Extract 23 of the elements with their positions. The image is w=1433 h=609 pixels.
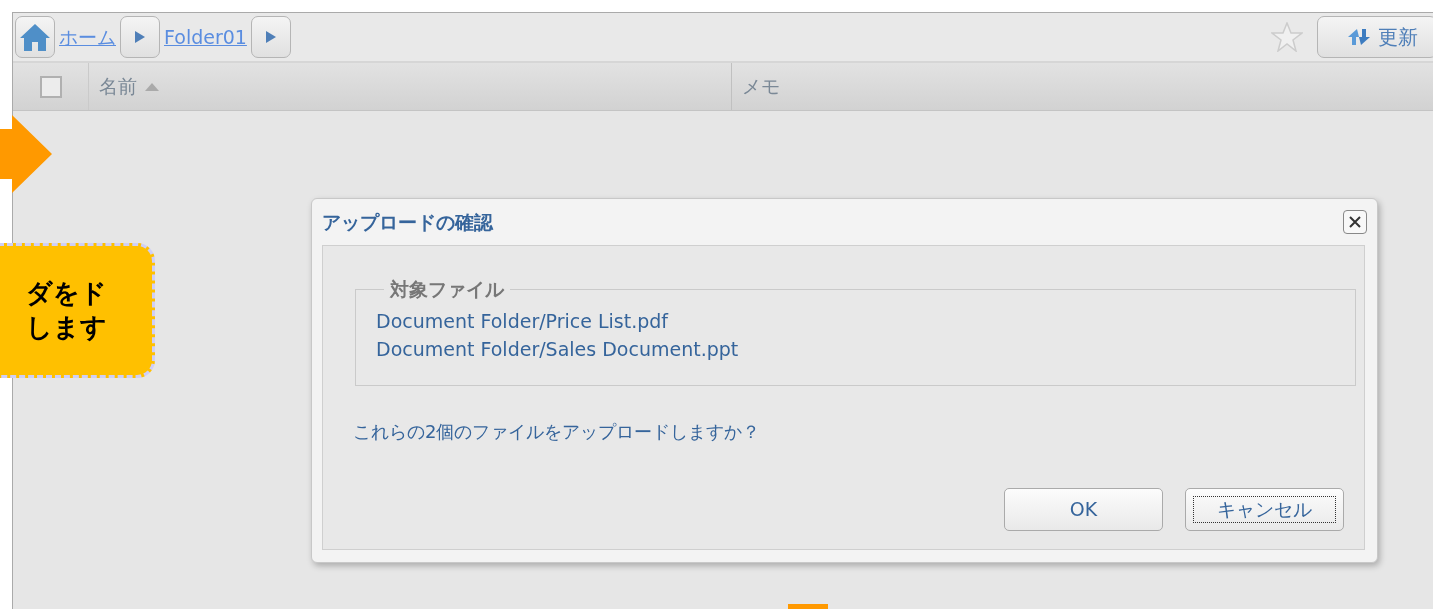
- play-icon: [134, 30, 146, 44]
- breadcrumb-arrow-button[interactable]: [120, 16, 160, 58]
- confirm-question: これらの2個のファイルをアップロードしますか？: [353, 420, 762, 444]
- group-label: 対象ファイル: [388, 280, 505, 299]
- file-path: Document Folder/Price List.pdf: [376, 309, 670, 334]
- select-all-checkbox[interactable]: [39, 75, 62, 98]
- callout-text: ダをド: [26, 276, 107, 310]
- cancel-button[interactable]: キャンセル: [1185, 488, 1344, 531]
- breadcrumb-arrow-button[interactable]: [250, 16, 291, 58]
- dialog-title: アップロードの確認: [322, 209, 493, 235]
- close-icon: [1349, 216, 1361, 228]
- file-path: Document Folder/Sales Document.ppt: [376, 337, 740, 362]
- breadcrumb-link[interactable]: Folder01: [164, 22, 247, 52]
- column-header[interactable]: 名前: [99, 72, 137, 101]
- close-button[interactable]: [1343, 210, 1367, 234]
- home-button[interactable]: [15, 16, 55, 58]
- column-header[interactable]: メモ: [742, 72, 780, 101]
- play-icon: [264, 30, 277, 44]
- star-icon[interactable]: [1271, 22, 1303, 52]
- callout-text: します: [26, 310, 107, 344]
- ok-button[interactable]: OK: [1004, 488, 1163, 531]
- refresh-button[interactable]: 更新: [1317, 16, 1433, 58]
- breadcrumb-link[interactable]: ホーム: [59, 22, 116, 52]
